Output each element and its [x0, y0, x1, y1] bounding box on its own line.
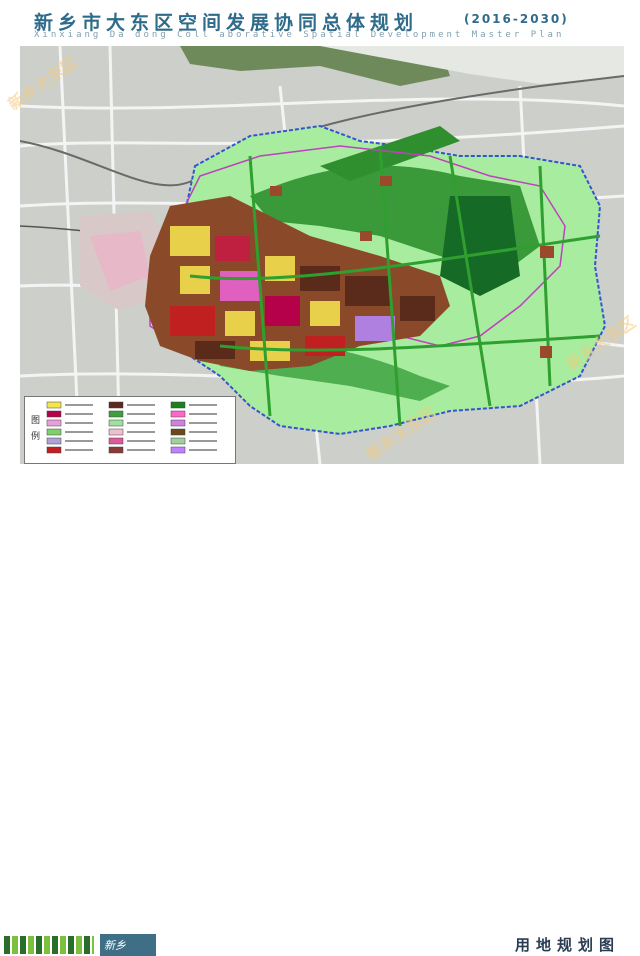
- legend-swatch: [46, 410, 62, 418]
- legend-label-placeholder: [127, 413, 155, 415]
- decorative-strip: [4, 936, 94, 954]
- land-use-map[interactable]: 图例: [20, 46, 624, 464]
- legend-swatch: [170, 437, 186, 445]
- legend-label-placeholder: [127, 404, 155, 406]
- legend-label-placeholder: [189, 431, 217, 433]
- legend-label-placeholder: [65, 404, 93, 406]
- legend-swatch: [108, 401, 124, 409]
- legend-swatch: [46, 401, 62, 409]
- forest-park: [440, 196, 520, 296]
- plan-years: (2016-2030): [464, 12, 569, 26]
- legend-label-placeholder: [65, 440, 93, 442]
- legend-label-placeholder: [127, 431, 155, 433]
- legend-label-placeholder: [189, 449, 217, 451]
- legend-swatch: [108, 419, 124, 427]
- legend-swatch: [108, 428, 124, 436]
- legend-swatch: [108, 410, 124, 418]
- plan-name: 用地规划图: [514, 936, 620, 954]
- legend-label-placeholder: [127, 422, 155, 424]
- legend-label-placeholder: [189, 404, 217, 406]
- legend-swatch: [170, 410, 186, 418]
- legend-swatch: [170, 428, 186, 436]
- legend-label-placeholder: [65, 431, 93, 433]
- legend-label-placeholder: [189, 422, 217, 424]
- legend-swatch-grid: [46, 401, 217, 454]
- footer: 新乡 用地规划图: [0, 464, 640, 956]
- legend-label-placeholder: [65, 422, 93, 424]
- legend-swatch: [46, 437, 62, 445]
- legend-swatch: [170, 446, 186, 454]
- legend-title: 图例: [31, 416, 41, 442]
- legend-swatches: [46, 401, 217, 454]
- legend-swatch: [170, 419, 186, 427]
- legend-label-placeholder: [189, 440, 217, 442]
- header: 新乡市大东区空间发展协同总体规划 (2016-2030) Xinxiang Da…: [0, 0, 640, 46]
- logo-text: 新乡: [104, 939, 126, 952]
- legend-swatch: [46, 428, 62, 436]
- legend-label-placeholder: [65, 413, 93, 415]
- map-legend: 图例: [24, 396, 236, 464]
- legend-label-placeholder: [189, 413, 217, 415]
- legend-label-placeholder: [127, 449, 155, 451]
- legend-label-placeholder: [65, 449, 93, 451]
- legend-swatch: [108, 437, 124, 445]
- map-subtitle: Xinxiang Da dong Coll aborative Spatial …: [34, 30, 565, 40]
- legend-label-placeholder: [127, 440, 155, 442]
- legend-swatch: [170, 401, 186, 409]
- legend-swatch: [108, 446, 124, 454]
- legend-swatch: [46, 446, 62, 454]
- legend-swatch: [46, 419, 62, 427]
